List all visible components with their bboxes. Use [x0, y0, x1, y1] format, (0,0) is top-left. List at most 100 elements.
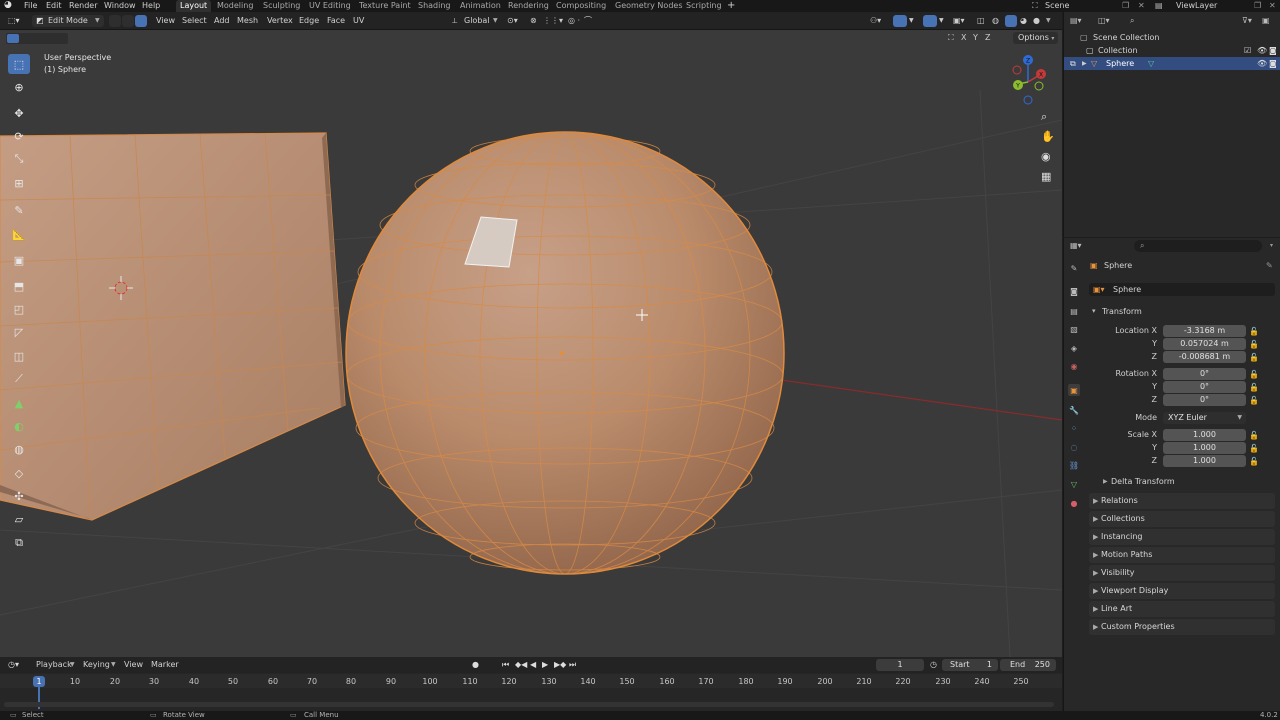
timeline-scrollbar[interactable] [4, 702, 1054, 707]
menu-edit[interactable]: Edit [46, 0, 62, 12]
menu-add[interactable]: Add [214, 15, 230, 27]
lock-icon[interactable]: 🔓 [1249, 442, 1259, 455]
start-frame-field[interactable]: Start 1 [942, 659, 998, 671]
menu-uv[interactable]: UV [353, 15, 364, 27]
blender-logo-icon[interactable]: ◕ [4, 0, 12, 12]
panel-line-art[interactable]: ▶ Line Art [1089, 601, 1275, 617]
view-layer-name[interactable]: ViewLayer [1176, 0, 1217, 12]
material-shading-icon[interactable]: ◕ [1020, 15, 1027, 27]
lock-icon[interactable]: 🔓 [1249, 455, 1259, 468]
panel-viewport-display[interactable]: ▶ Viewport Display [1089, 583, 1275, 599]
menu-file[interactable]: File [24, 0, 37, 12]
select-mode-buttons[interactable] [6, 33, 68, 44]
lock-icon[interactable]: 🔓 [1249, 351, 1259, 364]
mesh-overlay-icon[interactable]: ▣▾ [953, 15, 965, 27]
menu-playback[interactable]: Playback [36, 659, 72, 671]
location-z-field[interactable]: -0.008681 m [1163, 351, 1246, 363]
tab-shading[interactable]: Shading [414, 0, 455, 12]
record-icon[interactable]: ● [472, 659, 479, 671]
new-collection-icon[interactable]: ▣ [1262, 14, 1270, 27]
menu-marker[interactable]: Marker [151, 659, 179, 671]
bevel-tool-icon[interactable]: ◸ [8, 322, 30, 342]
select-box-tool[interactable]: ⬚ [8, 54, 30, 74]
display-mode-icon[interactable]: ◫▾ [1098, 14, 1110, 27]
orientation-selector[interactable]: Global [464, 15, 490, 27]
snap-icon[interactable]: ⊗ [530, 15, 537, 27]
mirror-z-toggle[interactable]: Z [985, 33, 990, 42]
end-frame-field[interactable]: End 250 [1000, 659, 1056, 671]
world-tab-icon[interactable]: ◉ [1068, 360, 1080, 372]
search-icon[interactable]: ⌕ [1130, 14, 1134, 27]
visibility-icon[interactable]: ⚇▾ [870, 15, 881, 27]
menu-edge[interactable]: Edge [299, 15, 319, 27]
panel-visibility[interactable]: ▶ Visibility [1089, 565, 1275, 581]
menu-mesh[interactable]: Mesh [237, 15, 258, 27]
lock-icon[interactable]: 🔓 [1249, 394, 1259, 407]
lock-icon[interactable]: 🔓 [1249, 381, 1259, 394]
jump-keyframe-forward-icon[interactable]: ▶◆ [554, 659, 566, 671]
checkbox-icon[interactable]: ☑ [1244, 44, 1251, 57]
lock-icon[interactable]: 🔓 [1249, 325, 1259, 338]
mirror-icon[interactable]: ⛶ [948, 33, 954, 43]
overlay-toggle-button[interactable] [923, 15, 937, 27]
eye-icon[interactable]: 👁 [1257, 44, 1267, 57]
location-y-field[interactable]: 0.057024 m [1163, 338, 1246, 350]
play-reverse-icon[interactable]: ◀ [530, 659, 536, 671]
properties-editor-icon[interactable]: ▦▾ [1070, 239, 1082, 252]
camera-icon[interactable]: ◉ [1041, 150, 1051, 163]
menu-timeline-view[interactable]: View [124, 659, 143, 671]
tab-scripting[interactable]: Scripting [682, 0, 726, 12]
panel-motion-paths[interactable]: ▶ Motion Paths [1089, 547, 1275, 563]
face-select-button[interactable] [135, 15, 147, 27]
tab-sculpting[interactable]: Sculpting [259, 0, 304, 12]
menu-keying[interactable]: Keying [83, 659, 110, 671]
edge-select-button[interactable] [122, 15, 134, 27]
camera-render-icon[interactable]: ◙ [1269, 57, 1277, 70]
camera-render-icon[interactable]: ◙ [1269, 44, 1277, 57]
tab-animation[interactable]: Animation [456, 0, 505, 12]
menu-select[interactable]: Select [182, 15, 207, 27]
cursor-tool-icon[interactable]: ⊕ [8, 77, 30, 97]
navigation-gizmo[interactable]: Z X Y [1004, 52, 1054, 108]
menu-render[interactable]: Render [69, 0, 97, 12]
rotation-x-field[interactable]: 0° [1163, 368, 1246, 380]
jump-start-icon[interactable]: ⏮ [502, 659, 509, 671]
menu-view[interactable]: View [156, 15, 175, 27]
filter-icon[interactable]: ⊽▾ [1242, 14, 1252, 27]
outliner-collection[interactable]: Collection [1098, 44, 1138, 57]
constraints-tab-icon[interactable]: ⛓ [1068, 459, 1080, 471]
smooth-tool-icon[interactable]: ◍ [8, 439, 30, 459]
lock-icon[interactable]: 🔓 [1249, 368, 1259, 381]
panel-collections[interactable]: ▶ Collections [1089, 511, 1275, 527]
particles-tab-icon[interactable]: ⁘ [1068, 422, 1080, 434]
sphere-mesh[interactable] [345, 131, 785, 575]
tab-uv-editing[interactable]: UV Editing [305, 0, 355, 12]
physics-tab-icon[interactable]: ◌ [1068, 441, 1080, 453]
menu-help[interactable]: Help [142, 0, 160, 12]
material-tab-icon[interactable]: ● [1068, 497, 1080, 509]
playhead[interactable]: 1 [33, 676, 45, 687]
tab-modeling[interactable]: Modeling [213, 0, 257, 12]
tab-layout[interactable]: Layout [176, 0, 212, 12]
view-layer-tab-icon[interactable]: ▧ [1068, 323, 1080, 335]
rotate-tool-icon[interactable]: ⟳ [8, 126, 30, 146]
snap-target-icon[interactable]: ⋮⋮▾ [543, 15, 563, 27]
modifier-tab-icon[interactable]: 🔧 [1068, 404, 1080, 416]
tool-tab-icon[interactable]: ✎ [1068, 262, 1080, 274]
outliner-scene-collection[interactable]: Scene Collection [1093, 31, 1160, 44]
eye-icon[interactable]: 👁 [1257, 57, 1267, 70]
panel-relations[interactable]: ▶ Relations [1089, 493, 1275, 509]
measure-tool-icon[interactable]: 📐 [8, 224, 30, 244]
menu-face[interactable]: Face [327, 15, 345, 27]
move-tool-icon[interactable]: ✥ [8, 103, 30, 123]
pivot-icon[interactable]: ⊙▾ [507, 15, 518, 27]
current-frame-field[interactable]: 1 [876, 659, 924, 671]
falloff-icon[interactable]: ⌒ [584, 15, 592, 27]
plane-mesh[interactable] [0, 132, 346, 521]
outliner-sphere[interactable]: Sphere [1106, 57, 1134, 70]
rendered-shading-icon[interactable]: ● [1033, 15, 1040, 27]
jump-end-icon[interactable]: ⏭ [569, 659, 576, 671]
chevron-down-icon[interactable]: ▾ [1270, 239, 1273, 252]
edge-slide-tool-icon[interactable]: ◇ [8, 463, 30, 483]
transform-tool-icon[interactable]: ⊞ [8, 173, 30, 193]
